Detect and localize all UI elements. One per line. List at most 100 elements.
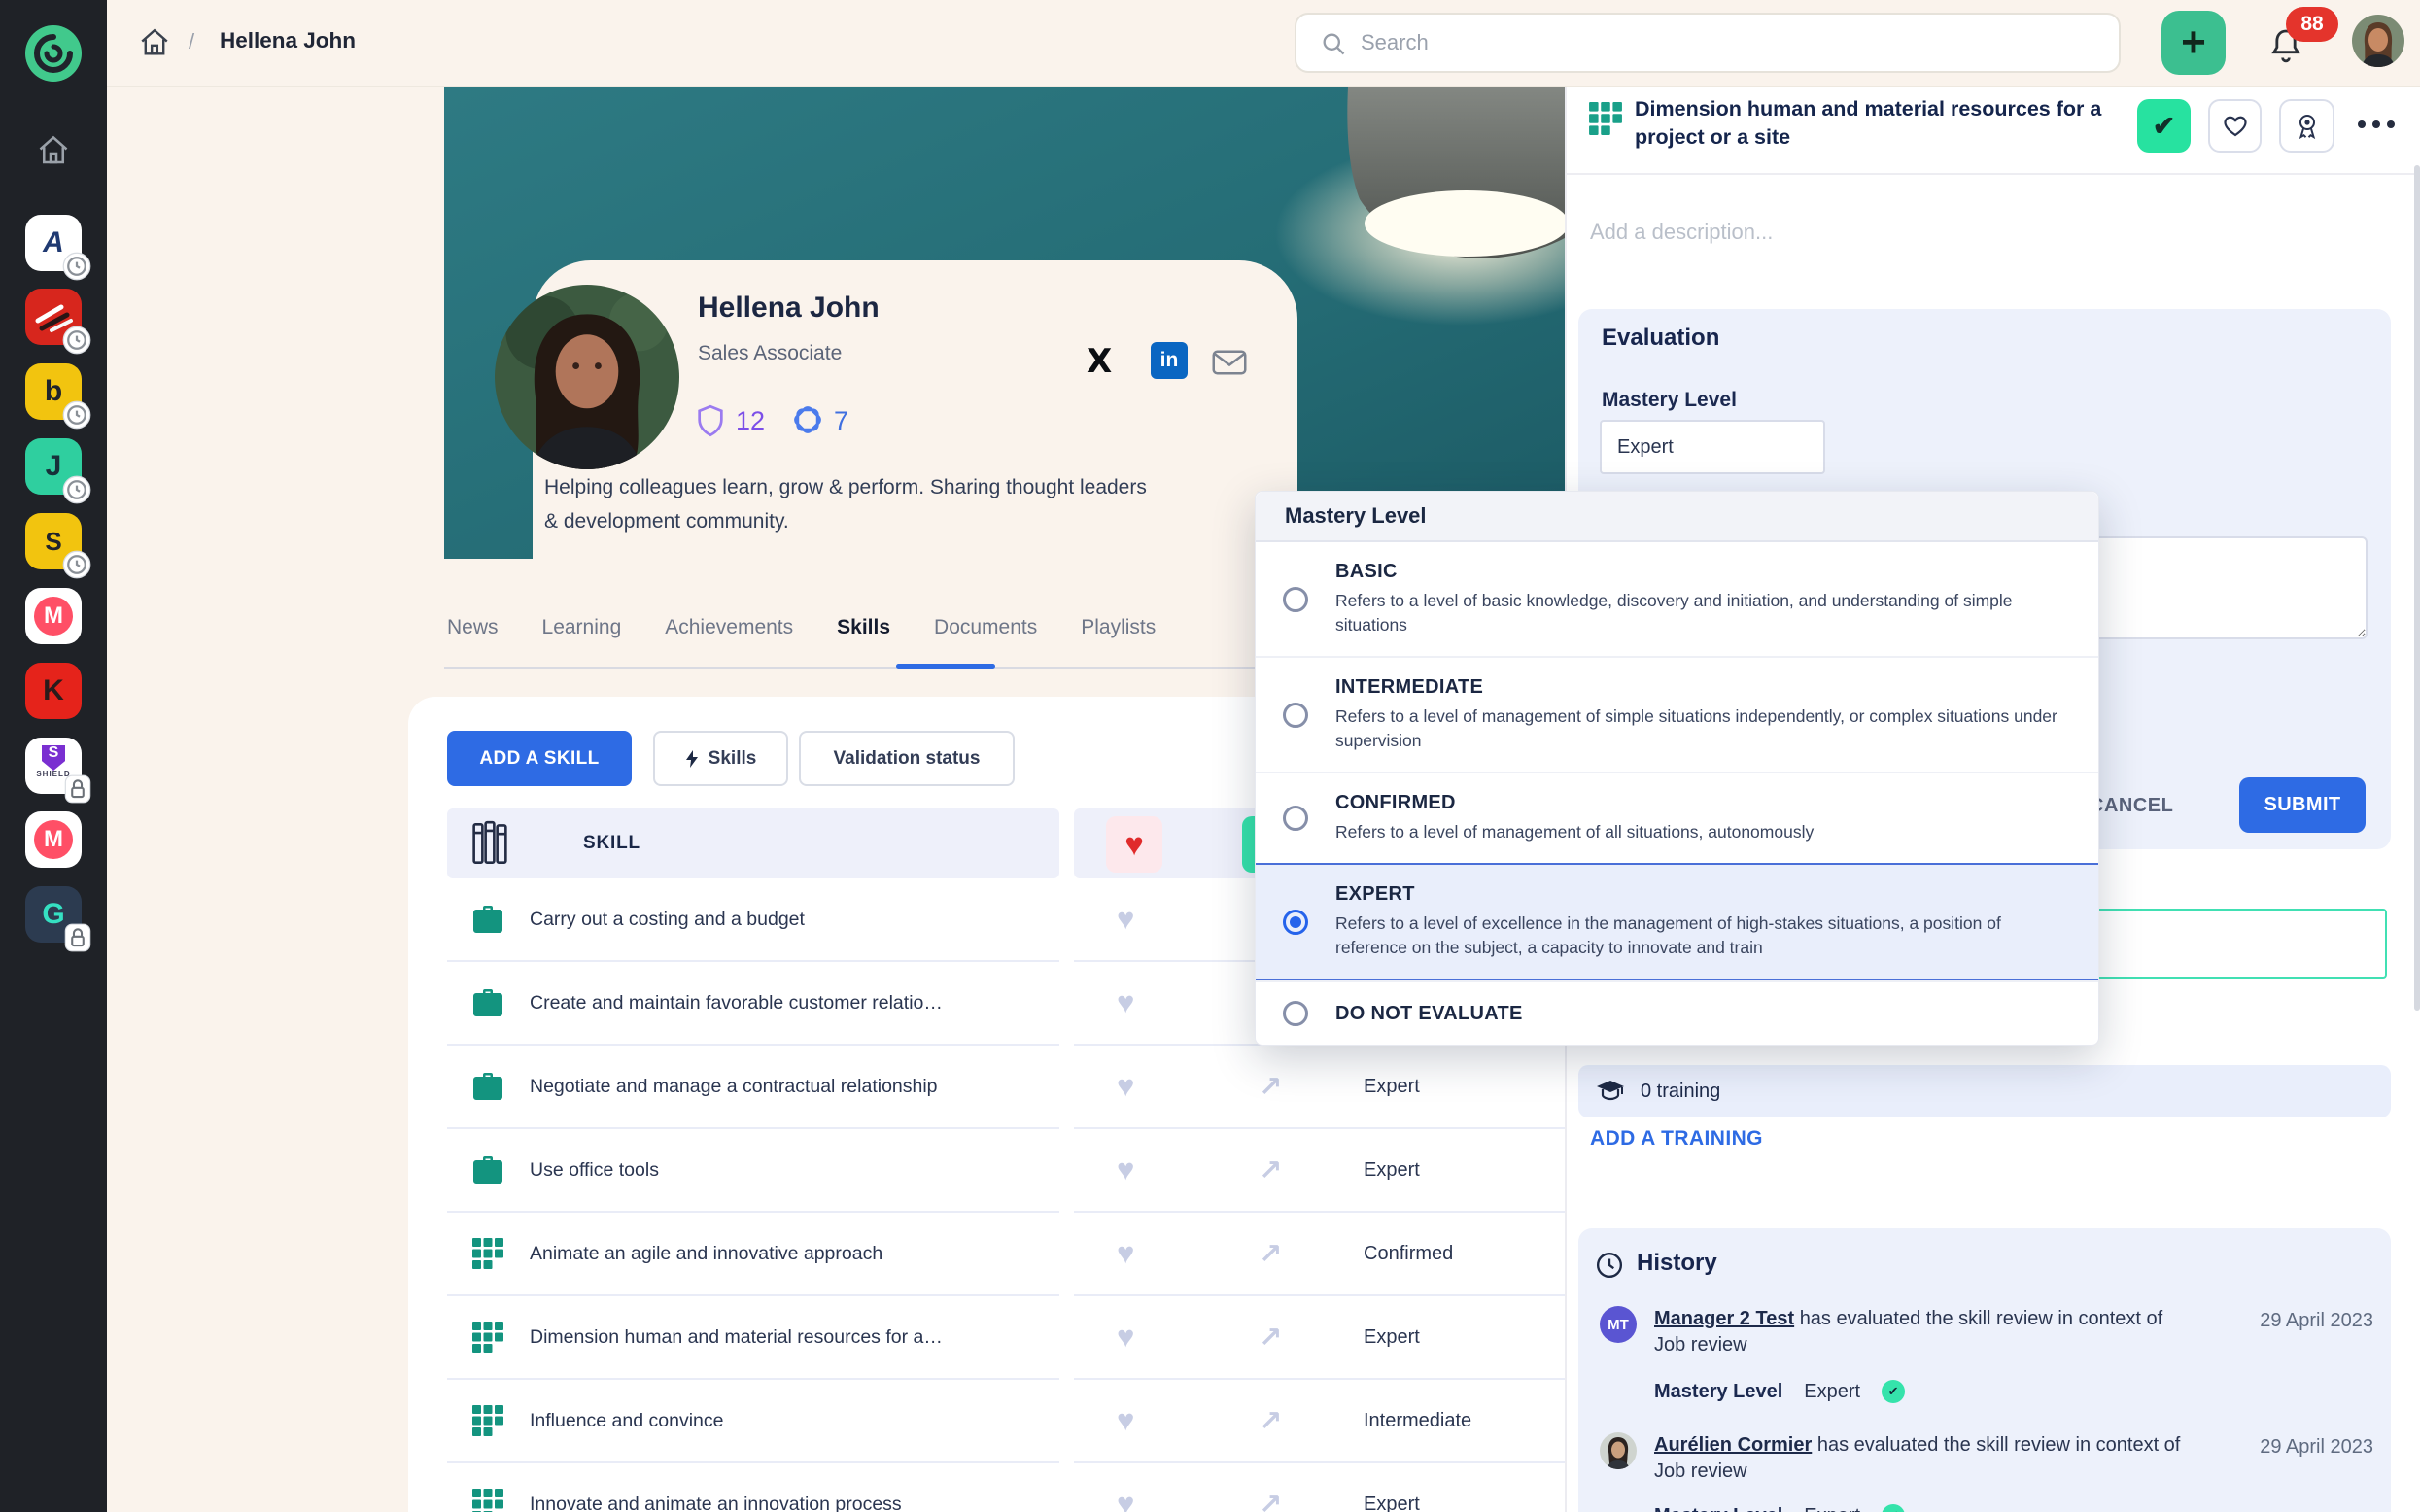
search-input[interactable]	[1295, 13, 2121, 73]
skill-header-label: SKILL	[583, 833, 640, 854]
mastery-option-intermediate[interactable]: INTERMEDIATE Refers to a level of manage…	[1256, 656, 2098, 772]
user-avatar[interactable]	[2352, 15, 2404, 67]
mail-icon[interactable]	[1211, 348, 1248, 377]
table-row[interactable]: Create and maintain favorable customer r…	[447, 962, 1059, 1046]
skills-filter-button[interactable]: Skills	[653, 731, 788, 786]
history-entry-text: Aurélien Cormier has evaluated the skill…	[1654, 1432, 2237, 1485]
favorite-heart-icon[interactable]	[1117, 1236, 1134, 1271]
sidebar-app-markers[interactable]	[25, 289, 82, 345]
sidebar-app-k[interactable]: K	[25, 663, 82, 719]
grid-skill-icon	[471, 1321, 504, 1354]
endorse-arrow-icon[interactable]	[1259, 1153, 1282, 1187]
table-row[interactable]: Carry out a costing and a budget	[447, 878, 1059, 962]
favorite-heart-icon[interactable]	[1117, 985, 1134, 1020]
table-row[interactable]: Use office tools	[447, 1129, 1059, 1213]
table-row[interactable]: Animate an agile and innovative approach	[447, 1213, 1059, 1296]
search-icon	[1320, 30, 1347, 57]
evaluation-heading: Evaluation	[1602, 325, 1719, 352]
mastery-level-input[interactable]	[1600, 420, 1825, 474]
table-row-actions: Expert	[1074, 1046, 1565, 1129]
sidebar-app-s[interactable]: S	[25, 513, 82, 569]
lightning-icon	[685, 749, 699, 769]
radio-icon	[1283, 703, 1308, 728]
favorite-heart-icon[interactable]	[1117, 1403, 1134, 1438]
submit-button[interactable]: SUBMIT	[2239, 777, 2366, 833]
endorse-arrow-icon[interactable]	[1259, 1404, 1282, 1438]
sidebar-app-b[interactable]: b	[25, 363, 82, 420]
sidebar-app-j[interactable]: J	[25, 438, 82, 495]
endorse-skill-button[interactable]	[2279, 99, 2334, 153]
validation-status-button[interactable]: Validation status	[799, 731, 1015, 786]
table-row[interactable]: Innovate and animate an innovation proce…	[447, 1463, 1059, 1512]
briefcase-icon	[471, 987, 504, 1018]
sidebar-app-m[interactable]: M	[25, 588, 82, 644]
favorite-heart-icon[interactable]	[1117, 1320, 1134, 1355]
sidebar-app-m2[interactable]: M	[25, 811, 82, 868]
plus-icon: +	[2181, 18, 2206, 66]
home-icon	[36, 133, 71, 168]
history-user-link[interactable]: Manager 2 Test	[1654, 1308, 1794, 1329]
sidebar-app-astra[interactable]: A	[25, 215, 82, 271]
training-count-row[interactable]: 0 training	[1578, 1065, 2391, 1117]
tab-news[interactable]: News	[447, 616, 499, 639]
history-card: History MT Manager 2 Test has evaluated …	[1578, 1228, 2391, 1512]
history-date: 29 April 2023	[2169, 1436, 2373, 1459]
tab-achievements[interactable]: Achievements	[665, 616, 793, 639]
app-window: A b J	[0, 0, 2420, 1512]
validate-skill-button[interactable]	[2137, 99, 2191, 153]
mastery-option-expert[interactable]: EXPERT Refers to a level of excellence i…	[1256, 863, 2098, 980]
endorse-arrow-icon[interactable]	[1259, 1237, 1282, 1271]
endorse-arrow-icon[interactable]	[1259, 1488, 1282, 1512]
endorse-arrow-icon[interactable]	[1259, 1321, 1282, 1355]
briefcase-icon	[471, 1154, 504, 1186]
history-date: 29 April 2023	[2169, 1310, 2373, 1332]
brand-logo[interactable]	[25, 25, 82, 82]
table-row-actions: Intermediate	[1074, 1380, 1565, 1463]
mastery-level-value: Intermediate	[1364, 1410, 1471, 1432]
user-avatar-image	[2352, 15, 2404, 67]
g-app-icon: G	[42, 900, 64, 929]
more-options-button[interactable]	[2358, 120, 2395, 128]
cancel-button[interactable]: CANCEL	[2090, 795, 2173, 817]
mastery-option-confirmed[interactable]: CONFIRMED Refers to a level of managemen…	[1256, 772, 2098, 863]
skill-column-header: SKILL	[447, 808, 1059, 878]
favorite-skill-button[interactable]	[2208, 99, 2262, 153]
sidebar-app-g[interactable]: G	[25, 886, 82, 943]
x-social-icon[interactable]: X	[1087, 342, 1112, 381]
clock-badge-icon	[62, 475, 91, 504]
sidebar-app-shield[interactable]: S SHIELD	[25, 738, 82, 794]
tag-input-focused[interactable]	[2086, 909, 2387, 979]
profile-avatar	[495, 285, 679, 469]
evaluation-comment-textarea[interactable]	[2092, 536, 2368, 639]
table-row[interactable]: Influence and convince	[447, 1380, 1059, 1463]
table-row[interactable]: Dimension human and material resources f…	[447, 1296, 1059, 1380]
mastery-option-do-not-evaluate[interactable]: DO NOT EVALUATE	[1256, 980, 2098, 1045]
tab-skills[interactable]: Skills	[837, 616, 890, 639]
breadcrumb: Hellena John	[220, 28, 356, 53]
m2-app-icon: M	[34, 820, 73, 859]
panel-scrollbar-thumb[interactable]	[2414, 165, 2420, 1011]
favorite-heart-icon[interactable]	[1117, 1487, 1134, 1512]
tab-documents[interactable]: Documents	[934, 616, 1037, 639]
add-skill-button[interactable]: ADD A SKILL	[447, 731, 632, 786]
endorse-arrow-icon[interactable]	[1259, 1070, 1282, 1104]
favorite-heart-icon[interactable]	[1117, 902, 1134, 937]
tab-playlists[interactable]: Playlists	[1081, 616, 1156, 639]
linkedin-icon[interactable]: in	[1151, 342, 1188, 379]
create-button[interactable]: +	[2161, 11, 2226, 75]
breadcrumb-home-button[interactable]	[138, 26, 171, 59]
table-row[interactable]: Negotiate and manage a contractual relat…	[447, 1046, 1059, 1129]
favorite-heart-icon[interactable]	[1117, 1069, 1134, 1104]
sidebar-home-button[interactable]	[36, 133, 71, 168]
add-training-link[interactable]: ADD A TRAINING	[1590, 1127, 1763, 1151]
j-app-icon: J	[46, 452, 62, 481]
history-mastery-row: Mastery Level Expert	[1654, 1504, 1905, 1512]
mastery-option-basic[interactable]: BASIC Refers to a level of basic knowled…	[1256, 542, 2098, 656]
description-placeholder[interactable]: Add a description...	[1590, 220, 1773, 245]
history-user-link[interactable]: Aurélien Cormier	[1654, 1434, 1812, 1456]
radio-icon	[1283, 806, 1308, 831]
validated-check-icon	[1882, 1504, 1905, 1512]
tab-learning[interactable]: Learning	[542, 616, 622, 639]
favorite-heart-icon[interactable]	[1117, 1152, 1134, 1187]
table-row-actions: Expert	[1074, 1129, 1565, 1213]
